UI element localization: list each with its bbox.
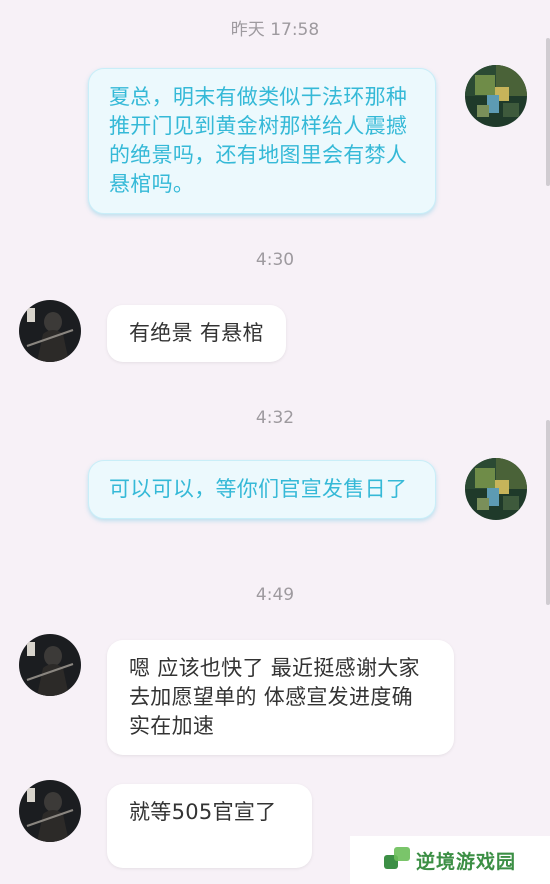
watermark-text: 逆境游戏园 — [415, 850, 516, 873]
contact-avatar[interactable] — [19, 634, 81, 696]
timestamp: 4:30 — [255, 250, 295, 270]
outgoing-message-bubble[interactable]: 可以可以，等你们官宣发售日了 — [88, 460, 436, 519]
timestamp: 昨天 17:58 — [230, 20, 320, 40]
contact-avatar[interactable] — [19, 780, 81, 842]
scrollbar-top[interactable] — [546, 38, 550, 186]
incoming-message-bubble[interactable]: 嗯 应该也快了 最近挺感谢大家去加愿望单的 体感宣发进度确实在加速 — [107, 640, 454, 755]
watermark-logo-icon — [383, 847, 410, 873]
self-avatar[interactable] — [465, 65, 527, 127]
incoming-message-bubble[interactable]: 有绝景 有悬棺 — [107, 305, 286, 362]
incoming-message-bubble[interactable]: 就等505官宣了 — [107, 784, 312, 868]
scrollbar-mid[interactable] — [546, 420, 550, 605]
self-avatar[interactable] — [465, 458, 527, 520]
timestamp: 4:32 — [255, 408, 295, 428]
outgoing-message-bubble[interactable]: 夏总，明末有做类似于法环那种推开门见到黄金树那样给人震撼的绝景吗，还有地图里会有… — [88, 68, 436, 214]
contact-avatar[interactable] — [19, 300, 81, 362]
watermark: 逆境游戏园 — [350, 836, 550, 884]
timestamp: 4:49 — [255, 585, 295, 605]
